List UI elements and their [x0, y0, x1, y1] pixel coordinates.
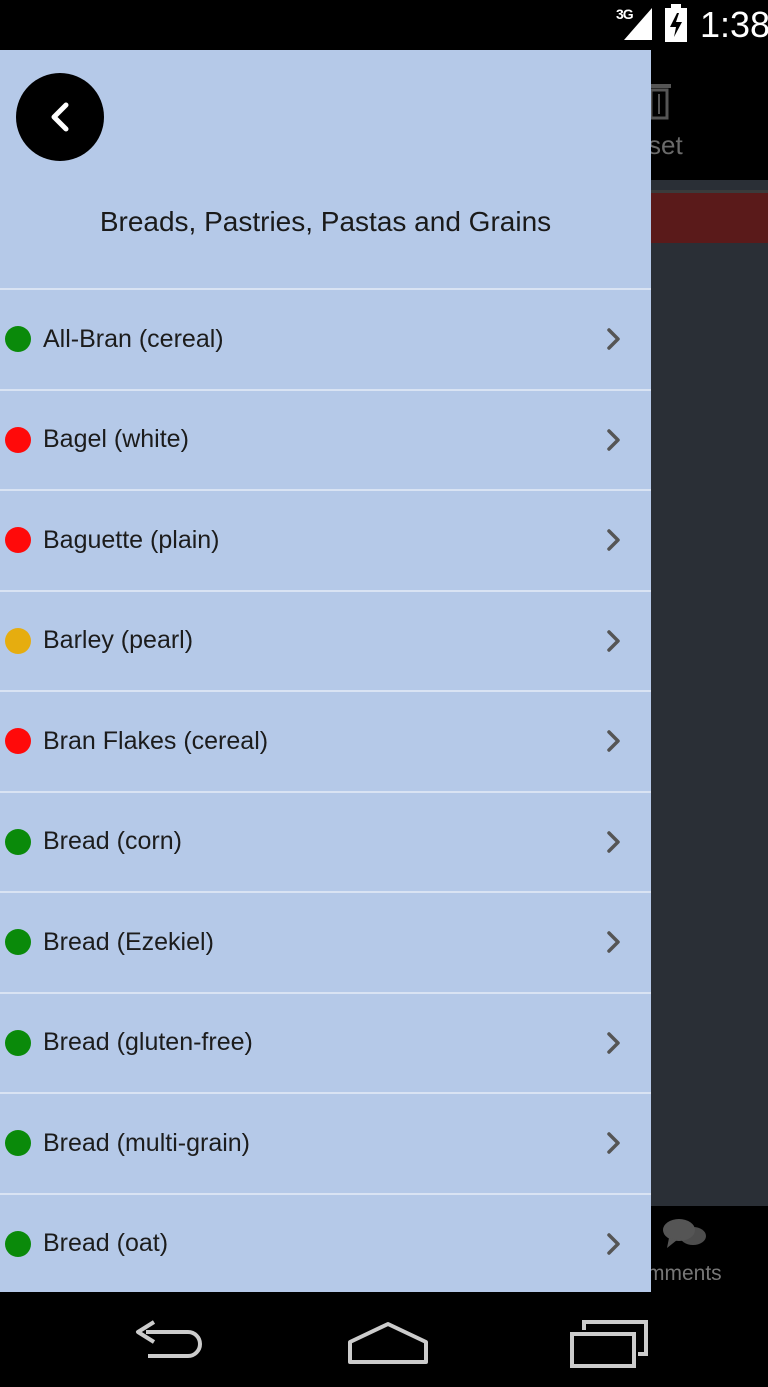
status-dot	[5, 1029, 31, 1056]
list-item-label: Baguette (plain)	[43, 525, 220, 554]
status-dot	[5, 728, 31, 755]
status-dot	[5, 828, 31, 855]
list-item-label: All-Bran (cereal)	[43, 324, 224, 353]
clock: 1:38	[700, 4, 768, 45]
category-title: Breads, Pastries, Pastas and Grains	[99, 206, 552, 237]
battery-icon	[665, 4, 687, 42]
chevron-right-icon	[607, 429, 620, 451]
chevron-right-icon	[607, 1032, 620, 1054]
status-dot	[5, 326, 31, 353]
list-item-label: Bread (gluten-free)	[43, 1028, 253, 1057]
chevron-right-icon	[607, 529, 620, 551]
status-dot	[5, 929, 31, 956]
status-dot	[5, 426, 31, 453]
list-item[interactable]: Bread (Ezekiel)	[0, 891, 651, 992]
chevron-left-icon	[51, 102, 69, 132]
status-dot	[5, 1130, 31, 1157]
list-item-label: Bread (multi-grain)	[43, 1128, 251, 1157]
trash-icon	[651, 84, 671, 120]
list-item[interactable]: Bread (corn)	[0, 790, 651, 892]
chevron-right-icon	[607, 328, 620, 350]
list-item-label: Barley (pearl)	[43, 626, 194, 655]
list-item[interactable]: Barley (pearl)	[0, 589, 651, 691]
chevron-right-icon	[607, 831, 620, 853]
status-dot	[5, 527, 31, 554]
chevron-right-icon	[607, 1132, 620, 1154]
back-button[interactable]	[16, 73, 104, 161]
status-dot	[5, 627, 31, 654]
background-bottom-bar: mments	[651, 1206, 768, 1292]
signal-icon	[624, 8, 652, 40]
list-item[interactable]: Bagel (white)	[0, 388, 651, 490]
background-app: set mments	[651, 50, 768, 1292]
chevron-right-icon	[607, 630, 620, 652]
list-item[interactable]: Bread (oat)	[0, 1192, 651, 1293]
comments-label: mments	[651, 1262, 722, 1285]
reset-label: set	[651, 130, 683, 160]
chevron-right-icon	[607, 931, 620, 953]
background-red-bar	[651, 190, 768, 243]
list-item-label: Bread (corn)	[43, 827, 182, 856]
chevron-right-icon	[607, 730, 620, 752]
status-bar: 3G 1:38	[0, 0, 768, 50]
category-drawer: Breads, Pastries, Pastas and Grains All-…	[0, 50, 651, 1292]
navigation-bar	[0, 1292, 768, 1387]
list-item-label: Bagel (white)	[43, 425, 189, 454]
status-dot	[5, 1230, 31, 1257]
list-item[interactable]: All-Bran (cereal)	[0, 288, 651, 389]
list-item[interactable]: Bran Flakes (cereal)	[0, 690, 651, 791]
food-list: All-Bran (cereal) Bagel (white) Baguette (…	[0, 288, 651, 1292]
recents-icon[interactable]	[570, 1320, 648, 1368]
back-arrow-icon[interactable]	[132, 1320, 208, 1364]
list-item-label: Bread (Ezekiel)	[43, 927, 214, 956]
list-item-label: Bran Flakes (cereal)	[43, 726, 269, 755]
list-item[interactable]: Bread (gluten-free)	[0, 991, 651, 1093]
background-header: set	[651, 50, 768, 180]
comments-icon	[663, 1219, 706, 1248]
list-item[interactable]: Baguette (plain)	[0, 489, 651, 590]
home-icon[interactable]	[346, 1320, 430, 1366]
list-item[interactable]: Bread (multi-grain)	[0, 1092, 651, 1193]
chevron-right-icon	[607, 1233, 620, 1255]
list-item-label: Bread (oat)	[43, 1229, 169, 1258]
